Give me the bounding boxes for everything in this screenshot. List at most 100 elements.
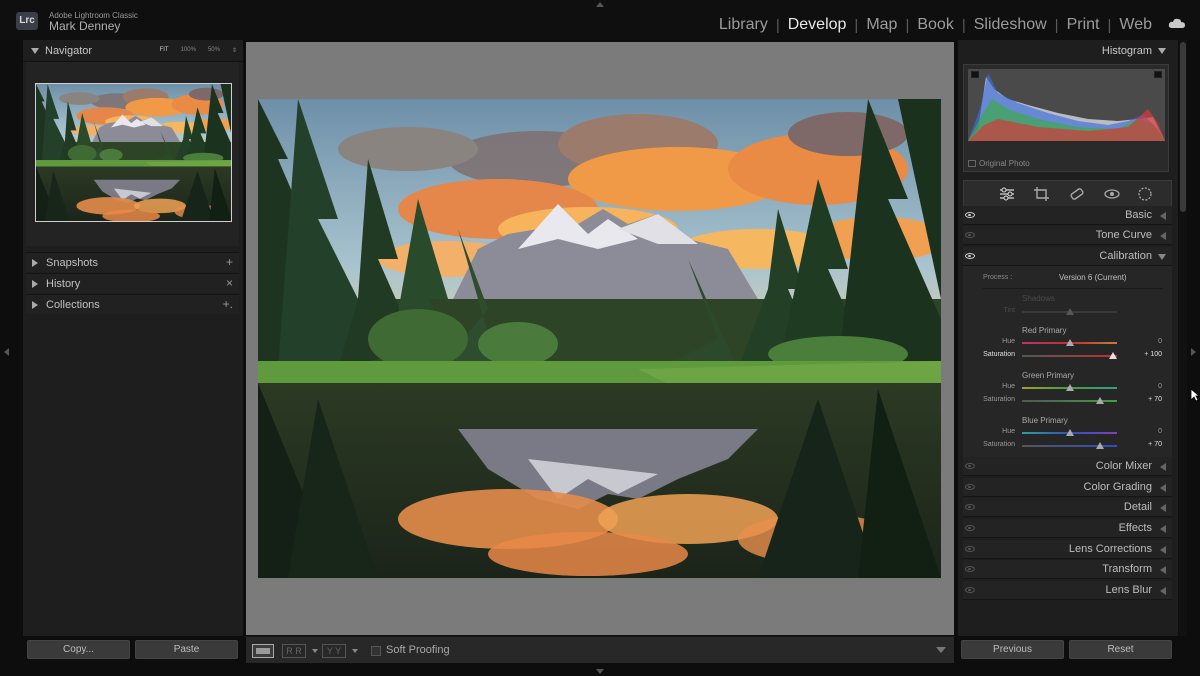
eye-icon[interactable] — [965, 546, 975, 552]
module-library[interactable]: Library — [719, 16, 768, 34]
navigator-photo — [36, 84, 231, 221]
reset-button[interactable]: Reset — [1069, 640, 1172, 659]
crop-icon[interactable] — [1033, 186, 1051, 202]
green-saturation-thumb[interactable] — [1096, 397, 1104, 404]
zoom-menu[interactable]: ⇕ — [232, 47, 237, 54]
red-saturation-value[interactable]: + 100 — [1144, 351, 1162, 358]
before-after-tb-button[interactable]: Y Y — [322, 644, 346, 658]
shadows-tint-thumb[interactable] — [1066, 308, 1074, 315]
zoom-100[interactable]: 100% — [181, 47, 196, 54]
collapse-filmstrip-icon[interactable] — [596, 669, 604, 674]
triangle-right-icon — [32, 280, 38, 288]
red-hue-thumb[interactable] — [1066, 339, 1074, 346]
blue-hue-thumb[interactable] — [1066, 429, 1074, 436]
collections-panel[interactable]: Collections +. — [26, 294, 239, 314]
soft-proofing-checkbox[interactable] — [371, 646, 381, 656]
eye-icon[interactable] — [965, 504, 975, 510]
before-after-lr-button[interactable]: R R — [282, 644, 306, 658]
color-mixer-section[interactable]: Color Mixer — [963, 457, 1172, 476]
divider — [983, 288, 1163, 289]
module-separator: | — [775, 16, 780, 34]
add-collection-icon[interactable]: +. — [223, 297, 233, 311]
cloud-icon[interactable] — [1168, 18, 1186, 28]
red-hue-value[interactable]: 0 — [1158, 338, 1162, 345]
eye-icon[interactable] — [965, 212, 975, 218]
original-photo-toggle[interactable]: Original Photo — [968, 159, 1030, 168]
module-book[interactable]: Book — [917, 16, 953, 34]
left-buttons: Copy... Paste — [23, 640, 243, 664]
develop-toolbar: R R Y Y Soft Proofing — [246, 636, 954, 663]
eye-icon[interactable] — [965, 525, 975, 531]
masking-icon[interactable] — [1136, 186, 1154, 202]
collapse-top-panel-icon[interactable] — [596, 2, 604, 7]
zoom-fit[interactable]: FIT — [160, 47, 169, 54]
paste-button[interactable]: Paste — [135, 640, 238, 659]
histogram[interactable]: Original Photo — [963, 64, 1169, 172]
highlight-clipping-icon[interactable] — [1154, 71, 1162, 78]
green-saturation-value[interactable]: + 70 — [1148, 396, 1162, 403]
clear-history-icon[interactable]: × — [226, 276, 233, 290]
navigator-thumbnail[interactable] — [35, 83, 232, 222]
green-hue-value[interactable]: 0 — [1158, 383, 1162, 390]
edit-sliders-icon[interactable] — [998, 186, 1016, 202]
copy-button[interactable]: Copy... — [27, 640, 130, 659]
eye-icon[interactable] — [965, 463, 975, 469]
module-print[interactable]: Print — [1067, 16, 1100, 34]
blue-hue-value[interactable]: 0 — [1158, 428, 1162, 435]
module-web[interactable]: Web — [1119, 16, 1152, 34]
process-dropdown[interactable]: Version 6 (Current) — [1059, 273, 1127, 282]
original-photo-checkbox[interactable] — [968, 160, 976, 167]
collapse-left-panel-icon[interactable] — [4, 348, 9, 356]
green-hue-label: Hue — [1002, 383, 1015, 390]
mouse-cursor-icon — [1190, 388, 1200, 402]
module-map[interactable]: Map — [866, 16, 897, 34]
eye-icon[interactable] — [965, 587, 975, 593]
module-slideshow[interactable]: Slideshow — [974, 16, 1047, 34]
lens-corrections-section[interactable]: Lens Corrections — [963, 540, 1172, 559]
color-grading-section[interactable]: Color Grading — [963, 478, 1172, 497]
detail-section[interactable]: Detail — [963, 498, 1172, 517]
triangle-right-icon — [32, 259, 38, 267]
eye-icon[interactable] — [965, 566, 975, 572]
collections-label: Collections — [46, 299, 100, 311]
previous-button[interactable]: Previous — [961, 640, 1064, 659]
green-hue-thumb[interactable] — [1066, 384, 1074, 391]
triangle-left-icon — [1160, 484, 1166, 492]
scrollbar-thumb[interactable] — [1180, 42, 1186, 212]
history-panel[interactable]: History × — [26, 273, 239, 293]
add-snapshot-icon[interactable]: + — [226, 255, 233, 269]
eye-icon[interactable] — [965, 232, 975, 238]
basic-label: Basic — [1125, 209, 1152, 221]
calibration-section[interactable]: Calibration — [963, 247, 1172, 266]
red-saturation-slider[interactable] — [1022, 355, 1117, 357]
eye-icon[interactable] — [965, 484, 975, 490]
red-saturation-thumb[interactable] — [1109, 352, 1117, 359]
zoom-50[interactable]: 50% — [208, 47, 220, 54]
lens-blur-section[interactable]: Lens Blur — [963, 581, 1172, 600]
transform-section[interactable]: Transform — [963, 560, 1172, 579]
redeye-icon[interactable] — [1103, 186, 1121, 202]
before-after-lr-dropdown-icon[interactable] — [312, 649, 318, 653]
blue-saturation-thumb[interactable] — [1096, 442, 1104, 449]
before-after-tb-dropdown-icon[interactable] — [352, 649, 358, 653]
module-develop[interactable]: Develop — [788, 16, 847, 34]
loupe-view-button[interactable] — [252, 644, 274, 658]
healing-icon[interactable] — [1068, 186, 1086, 202]
main-photo[interactable] — [258, 99, 941, 578]
basic-section[interactable]: Basic — [963, 206, 1172, 225]
tone-curve-section[interactable]: Tone Curve — [963, 226, 1172, 245]
effects-section[interactable]: Effects — [963, 519, 1172, 538]
triangle-left-icon — [1160, 546, 1166, 554]
toolbar-menu-icon[interactable] — [936, 647, 946, 653]
blue-saturation-value[interactable]: + 70 — [1148, 441, 1162, 448]
collapse-right-panel-icon[interactable] — [1191, 348, 1196, 356]
triangle-left-icon — [1160, 232, 1166, 240]
histogram-header[interactable]: Histogram — [958, 40, 1172, 62]
navigator-header[interactable]: Navigator FIT 100% 50% ⇕ — [23, 40, 243, 62]
right-panel-scrollbar[interactable] — [1179, 40, 1187, 636]
image-canvas[interactable] — [246, 42, 954, 635]
shadow-clipping-icon[interactable] — [971, 71, 979, 78]
snapshots-panel[interactable]: Snapshots + — [26, 252, 239, 272]
eye-icon[interactable] — [965, 253, 975, 259]
triangle-down-icon — [1158, 48, 1166, 54]
